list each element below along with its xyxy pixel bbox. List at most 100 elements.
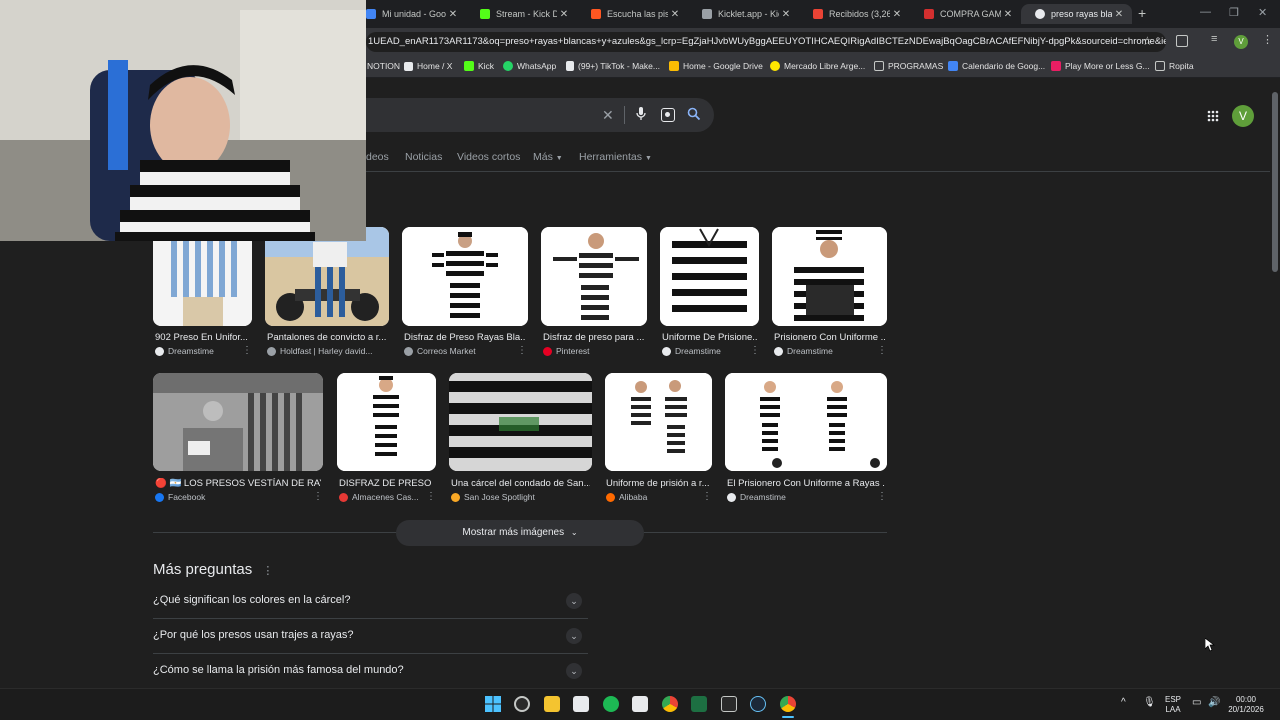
bookmark-google-calendar[interactable]: Calendario de Goog...: [948, 61, 1045, 71]
question-item[interactable]: ¿Cómo se llama la prisión más famosa del…: [153, 654, 588, 689]
tab-kicklet[interactable]: Kicklet.app - Kick ✕: [688, 4, 799, 24]
scrollbar-thumb[interactable]: [1272, 92, 1278, 272]
menu-dots-icon[interactable]: ⋮: [1262, 33, 1273, 46]
bookmark-whatsapp[interactable]: WhatsApp: [503, 61, 556, 71]
tab-preso-rayas[interactable]: preso rayas blanc ✕: [1021, 4, 1132, 24]
question-item[interactable]: ¿Qué significan los colores en la cárcel…: [153, 584, 588, 619]
microphone-icon[interactable]: [636, 106, 646, 122]
image-result-source[interactable]: Alibaba: [606, 492, 647, 502]
image-result-source[interactable]: San Jose Spotlight: [451, 492, 535, 502]
lens-search-icon[interactable]: [661, 108, 675, 122]
network-icon[interactable]: ▭: [1192, 698, 1201, 708]
search-icon[interactable]: [687, 107, 701, 121]
image-result-title[interactable]: Pantalones de convicto a r...: [267, 332, 387, 343]
more-options-icon[interactable]: ⋮: [517, 345, 527, 356]
more-options-icon[interactable]: ⋮: [702, 491, 712, 502]
file-explorer-icon[interactable]: [544, 696, 560, 712]
image-result-thumb[interactable]: [541, 227, 647, 326]
tab-escucha-pistas[interactable]: Escucha las pistas ✕: [577, 4, 688, 24]
microsoft-store-icon[interactable]: [573, 696, 589, 712]
image-result-source[interactable]: Correos Market: [404, 346, 476, 356]
bookmark-kick[interactable]: Kick: [464, 61, 494, 71]
new-tab-button[interactable]: +: [1138, 5, 1146, 21]
more-options-icon[interactable]: ⋮: [750, 345, 760, 356]
image-result-thumb[interactable]: [449, 373, 592, 471]
close-icon[interactable]: ✕: [557, 9, 571, 20]
clear-search-icon[interactable]: ✕: [602, 107, 614, 124]
close-icon[interactable]: ✕: [1112, 9, 1126, 20]
more-options-icon[interactable]: ⋮: [877, 345, 887, 356]
image-result-source[interactable]: Facebook: [155, 492, 205, 502]
excel-icon[interactable]: [691, 696, 707, 712]
bookmark-star-icon[interactable]: ☆: [1142, 34, 1153, 48]
language-indicator[interactable]: ESP LAA: [1163, 695, 1183, 715]
tab-herramientas[interactable]: Herramientas ▼: [579, 151, 652, 163]
image-result-title[interactable]: DISFRAZ DE PRESO I...: [339, 478, 434, 489]
tab-noticias[interactable]: Noticias: [405, 151, 442, 163]
image-result-title[interactable]: Disfraz de Preso Rayas Bla...: [404, 332, 526, 343]
image-result-thumb[interactable]: [337, 373, 436, 471]
media-control-icon[interactable]: ≡: [1211, 33, 1217, 45]
tab-videos[interactable]: deos: [366, 151, 389, 163]
window-close-button[interactable]: ✕: [1258, 6, 1267, 19]
tab-mi-unidad[interactable]: Mi unidad - Goog ✕: [366, 4, 466, 24]
bookmark-tiktok[interactable]: (99+) TikTok - Make...: [566, 61, 660, 71]
more-options-icon[interactable]: ⋮: [242, 345, 252, 356]
chrome-icon[interactable]: [662, 696, 678, 712]
image-result-source[interactable]: Dreamstime: [662, 346, 721, 356]
bookmark-notion[interactable]: NOTION: [367, 61, 400, 71]
chevron-down-icon[interactable]: ⌄: [566, 663, 582, 679]
image-result-source[interactable]: Dreamstime: [774, 346, 833, 356]
tab-compra-gamer[interactable]: COMPRA GAMER ✕: [910, 4, 1021, 24]
chrome-active-icon[interactable]: [780, 696, 796, 712]
tab-stream-kick[interactable]: Stream - Kick Das ✕: [466, 4, 577, 24]
account-avatar[interactable]: V: [1232, 105, 1254, 127]
address-bar[interactable]: 1UEAD_enAR1173AR1173&oq=preso+rayas+blan…: [366, 32, 1166, 52]
more-options-icon[interactable]: ⋮: [262, 565, 273, 577]
image-result-thumb[interactable]: [153, 227, 252, 326]
image-result-title[interactable]: 902 Preso En Unifor...: [155, 332, 250, 343]
image-result-title[interactable]: Uniforme de prisión a r...: [606, 478, 709, 489]
image-result-thumb[interactable]: [725, 373, 887, 471]
image-result-title[interactable]: 🔴 🇦🇷 LOS PRESOS VESTÍAN DE RAY...: [155, 478, 321, 489]
close-icon[interactable]: ✕: [446, 9, 460, 20]
image-result-source[interactable]: Almacenes Cas...: [339, 492, 419, 502]
maximize-button[interactable]: ❐: [1229, 6, 1239, 19]
image-result-thumb[interactable]: [605, 373, 712, 471]
chevron-down-icon[interactable]: ⌄: [566, 628, 582, 644]
image-result-thumb[interactable]: [660, 227, 759, 326]
steam-icon[interactable]: [750, 696, 766, 712]
microphone-tray-icon[interactable]: 🎙: [1143, 698, 1156, 708]
tab-gmail[interactable]: Recibidos (3,265) ✕: [799, 4, 910, 24]
volume-icon[interactable]: 🔊: [1208, 698, 1220, 708]
spotify-icon[interactable]: [603, 696, 619, 712]
bookmark-folder-ropita[interactable]: Ropita: [1155, 61, 1194, 71]
image-result-thumb[interactable]: [153, 373, 323, 471]
bookmark-mercado-libre[interactable]: Mercado Libre Arge...: [770, 61, 865, 71]
image-result-thumb[interactable]: [402, 227, 528, 326]
more-options-icon[interactable]: ⋮: [426, 491, 436, 502]
image-result-title[interactable]: Uniforme De Prisione...: [662, 332, 757, 343]
minimize-button[interactable]: —: [1200, 6, 1211, 18]
bookmark-play-more-or-less[interactable]: Play More or Less G...: [1051, 61, 1150, 71]
image-result-title[interactable]: Una cárcel del condado de San...: [451, 478, 590, 489]
close-icon[interactable]: ✕: [1001, 9, 1015, 20]
tab-videos-cortos[interactable]: Videos cortos: [457, 151, 520, 163]
more-options-icon[interactable]: ⋮: [877, 491, 887, 502]
bookmark-folder-programas[interactable]: PROGRAMAS: [874, 61, 943, 71]
close-icon[interactable]: ✕: [890, 9, 904, 20]
image-result-title[interactable]: Disfraz de preso para ...: [543, 332, 645, 343]
show-more-images-button[interactable]: Mostrar más imágenes ⌄: [396, 520, 644, 546]
extensions-icon[interactable]: [1176, 35, 1188, 47]
capcut-icon[interactable]: [632, 696, 648, 712]
bookmark-x[interactable]: Home / X: [404, 61, 452, 71]
windows-start-icon[interactable]: [485, 696, 501, 712]
apps-grid-icon[interactable]: [1207, 109, 1219, 122]
image-result-source[interactable]: Dreamstime: [155, 346, 214, 356]
image-result-thumb[interactable]: [265, 227, 389, 326]
image-result-title[interactable]: Prisionero Con Uniforme ...: [774, 332, 885, 343]
image-result-title[interactable]: El Prisionero Con Uniforme a Rayas ...: [727, 478, 885, 489]
close-icon[interactable]: ✕: [668, 9, 682, 20]
obs-icon[interactable]: [514, 696, 530, 712]
image-result-thumb[interactable]: [772, 227, 887, 326]
